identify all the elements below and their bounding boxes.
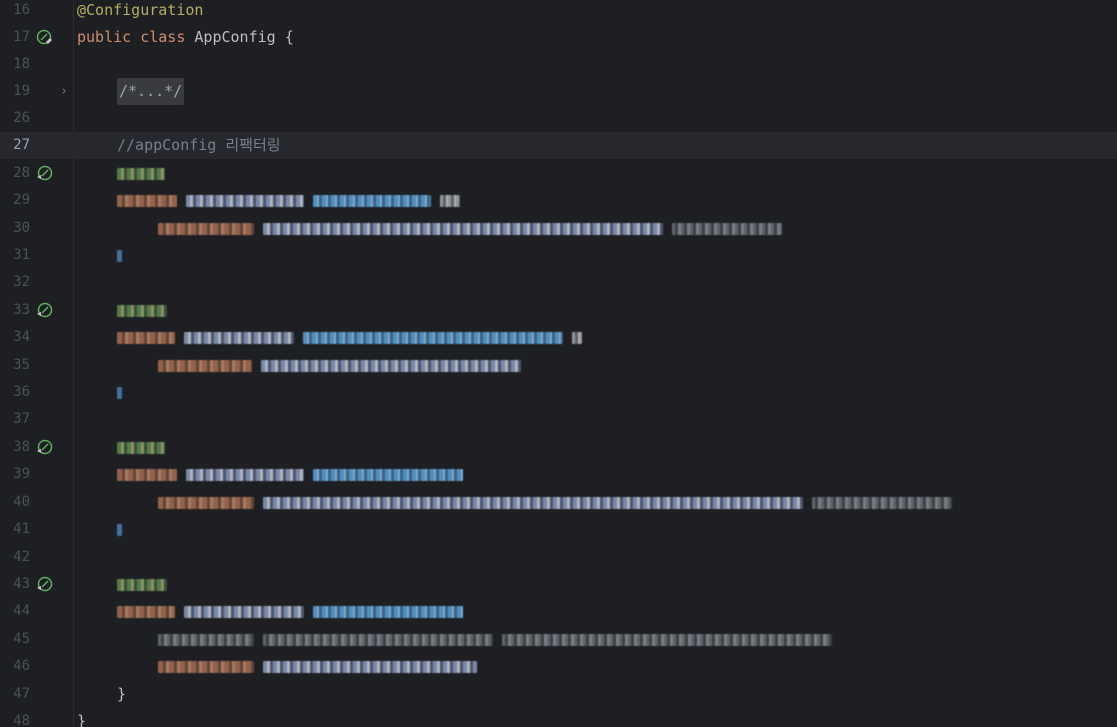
code-line[interactable]: 26 bbox=[0, 105, 1117, 132]
code-line[interactable]: 30 bbox=[0, 215, 1117, 242]
redacted-code bbox=[117, 516, 122, 543]
refactor-comment: //appConfig 리팩터링 bbox=[117, 136, 281, 154]
redacted-code bbox=[117, 598, 464, 625]
code-line[interactable]: 35 bbox=[0, 352, 1117, 379]
code-line[interactable]: 29 bbox=[0, 187, 1117, 214]
line-number: 16 bbox=[13, 2, 30, 18]
spring-bean-icon[interactable] bbox=[36, 302, 54, 320]
code-line[interactable]: 42 bbox=[0, 544, 1117, 571]
redacted-code bbox=[117, 324, 583, 351]
line-number: 18 bbox=[13, 56, 30, 72]
code-line[interactable]: 32 bbox=[0, 269, 1117, 296]
redacted-code bbox=[117, 461, 464, 488]
redacted-code bbox=[158, 626, 833, 653]
code-line[interactable]: 18 bbox=[0, 51, 1117, 78]
code-line[interactable]: 36 bbox=[0, 379, 1117, 406]
code-line[interactable]: 37 bbox=[0, 406, 1117, 433]
code-line[interactable]: 41 bbox=[0, 516, 1117, 543]
code-line[interactable]: 47 } bbox=[0, 681, 1117, 708]
keyword-class: class bbox=[140, 28, 186, 46]
code-line[interactable]: 45 bbox=[0, 626, 1117, 653]
line-number: 34 bbox=[13, 329, 30, 345]
line-number: 17 bbox=[13, 29, 30, 45]
redacted-code bbox=[158, 352, 522, 379]
code-line[interactable]: 34 bbox=[0, 324, 1117, 351]
line-number: 37 bbox=[13, 411, 30, 427]
redacted-code bbox=[117, 187, 461, 214]
configuration-annotation: @Configuration bbox=[77, 1, 204, 19]
line-number: 43 bbox=[13, 576, 30, 592]
code-line[interactable]: 38 bbox=[0, 434, 1117, 461]
line-number: 19 bbox=[13, 83, 30, 99]
spring-bean-icon[interactable] bbox=[36, 439, 54, 457]
redacted-code bbox=[158, 489, 953, 516]
line-number: 32 bbox=[13, 274, 30, 290]
open-brace: { bbox=[284, 28, 294, 46]
code-line[interactable]: 43 bbox=[0, 571, 1117, 598]
folded-comment-block[interactable]: /*...*/ bbox=[117, 78, 185, 106]
line-number: 42 bbox=[13, 549, 30, 565]
code-line[interactable]: 28 bbox=[0, 160, 1117, 187]
line-number: 36 bbox=[13, 384, 30, 400]
code-line[interactable]: 46 bbox=[0, 653, 1117, 680]
redacted-code bbox=[117, 379, 122, 406]
inner-close-brace: } bbox=[117, 685, 127, 703]
line-number: 46 bbox=[13, 658, 30, 674]
line-number: 26 bbox=[13, 110, 30, 126]
line-number: 39 bbox=[13, 466, 30, 482]
line-number: 47 bbox=[13, 686, 30, 702]
code-line[interactable]: 17 public class AppConfig { bbox=[0, 24, 1117, 51]
current-code-line[interactable]: 27 //appConfig 리팩터링 bbox=[0, 132, 1117, 160]
code-line[interactable]: 16 @Configuration bbox=[0, 0, 1117, 24]
line-number: 40 bbox=[13, 494, 30, 510]
outer-close-brace: } bbox=[77, 712, 87, 727]
code-line[interactable]: 33 bbox=[0, 297, 1117, 324]
spring-config-icon[interactable] bbox=[36, 29, 54, 47]
line-number: 38 bbox=[13, 439, 30, 455]
line-number: 45 bbox=[13, 631, 30, 647]
keyword-public: public bbox=[77, 28, 132, 46]
chevron-right-icon[interactable]: › bbox=[60, 78, 72, 105]
line-number: 31 bbox=[13, 247, 30, 263]
spring-bean-icon[interactable] bbox=[36, 165, 54, 183]
code-line[interactable]: 44 bbox=[0, 598, 1117, 625]
redacted-code bbox=[158, 653, 478, 680]
class-declaration: public class AppConfig { bbox=[77, 24, 294, 51]
line-number: 48 bbox=[13, 713, 30, 727]
line-number: 44 bbox=[13, 603, 30, 619]
code-line[interactable]: 40 bbox=[0, 489, 1117, 516]
redacted-code bbox=[117, 160, 165, 187]
code-line[interactable]: 19 › /*...*/ bbox=[0, 78, 1117, 106]
line-number: 28 bbox=[13, 165, 30, 181]
line-number: 30 bbox=[13, 220, 30, 236]
line-number: 41 bbox=[13, 521, 30, 537]
code-line[interactable]: 39 bbox=[0, 461, 1117, 488]
class-name: AppConfig bbox=[194, 28, 276, 46]
redacted-code bbox=[117, 571, 167, 598]
line-number: 33 bbox=[13, 302, 30, 318]
redacted-code bbox=[117, 434, 165, 461]
line-number: 35 bbox=[13, 357, 30, 373]
code-line[interactable]: 31 bbox=[0, 242, 1117, 269]
spring-bean-icon[interactable] bbox=[36, 576, 54, 594]
line-number: 27 bbox=[13, 137, 30, 153]
code-editor[interactable]: 16 @Configuration 17 public class AppCon… bbox=[0, 0, 1117, 727]
code-line[interactable]: 48 } bbox=[0, 708, 1117, 727]
redacted-code bbox=[117, 297, 167, 324]
line-number: 29 bbox=[13, 192, 30, 208]
redacted-code bbox=[158, 215, 783, 242]
redacted-code bbox=[117, 242, 122, 269]
